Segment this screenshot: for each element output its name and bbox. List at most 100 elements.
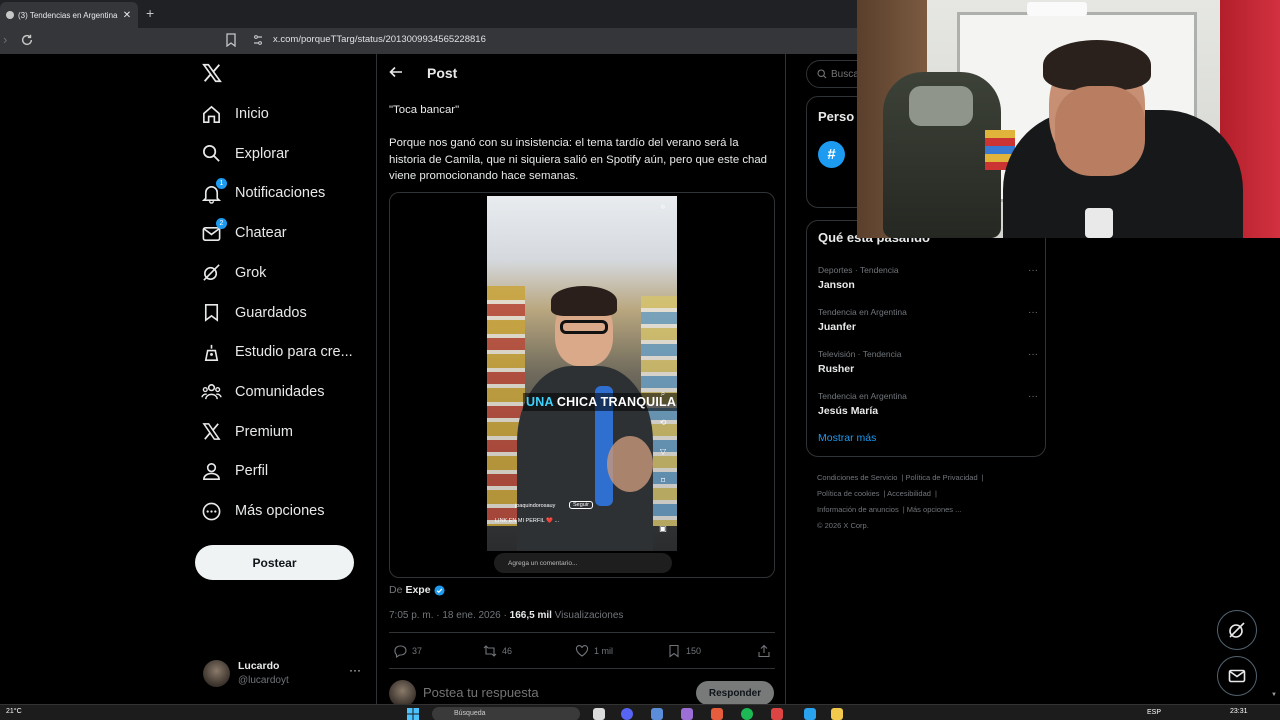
reply-button[interactable]: Responder bbox=[696, 681, 774, 705]
scroll-down-icon[interactable]: ▼ bbox=[1271, 692, 1277, 698]
reply-action[interactable]: 37 bbox=[393, 644, 422, 658]
forward-icon[interactable]: › bbox=[3, 32, 7, 47]
brave-browser-icon[interactable] bbox=[711, 708, 723, 720]
sidebar-item-explorar[interactable]: Explorar bbox=[201, 140, 289, 168]
more-dots-icon[interactable]: ··· bbox=[1028, 391, 1038, 402]
trend-item[interactable]: Televisión · Tendencia Rusher ··· bbox=[818, 349, 1038, 385]
taskbar-app-icon[interactable] bbox=[771, 708, 783, 720]
footer-link-privacy[interactable]: Política de Privacidad bbox=[906, 473, 978, 482]
trend-context: Tendencia en Argentina bbox=[818, 307, 907, 317]
language-indicator[interactable]: ESP bbox=[1147, 709, 1161, 716]
source-link[interactable]: Expe bbox=[405, 584, 430, 596]
tweet-media[interactable]: UNA CHICA TRANQUILA ◎ ⌕ ⟲ ▽ ⌑ ▣ joaquind… bbox=[389, 192, 775, 578]
new-tab-icon[interactable]: + bbox=[146, 5, 154, 21]
back-arrow-icon[interactable] bbox=[389, 65, 403, 79]
trend-item[interactable]: Deportes · Tendencia Janson ··· bbox=[818, 265, 1038, 301]
video-caption: UNA CHICA TRANQUILA bbox=[523, 393, 677, 411]
trend-item[interactable]: Tendencia en Argentina Juanfer ··· bbox=[818, 307, 1038, 343]
search-icon bbox=[817, 69, 827, 79]
source-prefix: De bbox=[389, 584, 403, 596]
weather-widget[interactable]: 21°C bbox=[6, 708, 22, 715]
taskbar-app-icon[interactable] bbox=[593, 708, 605, 720]
search-icon bbox=[201, 143, 222, 164]
video-username: joaquindorosauy bbox=[515, 503, 556, 509]
post-header: Post bbox=[377, 54, 785, 92]
address-bar[interactable]: x.com/porqueTTarg/status/201300993456522… bbox=[273, 34, 486, 45]
more-dots-icon[interactable]: ··· bbox=[1028, 265, 1038, 276]
windows-start-icon[interactable] bbox=[407, 708, 419, 720]
tweet-meta: 7:05 p. m. · 18 ene. 2026 · 166,5 mil Vi… bbox=[389, 610, 623, 621]
sidebar-item-label: Comunidades bbox=[235, 383, 325, 400]
show-more-link[interactable]: Mostrar más bbox=[818, 432, 876, 444]
studio-icon bbox=[201, 342, 222, 363]
video-player[interactable]: UNA CHICA TRANQUILA ◎ ⌕ ⟲ ▽ ⌑ ▣ joaquind… bbox=[487, 196, 677, 551]
clock[interactable]: 23:31 bbox=[1230, 708, 1248, 715]
like-action[interactable]: 1 mil bbox=[575, 644, 613, 658]
notification-badge: 1 bbox=[216, 177, 227, 189]
sidebar-item-label: Más opciones bbox=[235, 503, 325, 519]
more-dots-icon[interactable]: ··· bbox=[349, 663, 361, 677]
notification-badge: 2 bbox=[216, 217, 227, 229]
footer-links: Condiciones de Servicio | Política de Pri… bbox=[817, 473, 984, 530]
taskbar-app-icon[interactable] bbox=[681, 708, 693, 720]
account-switcher[interactable]: Lucardo @lucardoyt ··· bbox=[203, 658, 363, 690]
tweet-quote-text: "Toca bancar" bbox=[389, 104, 460, 116]
sidebar-item-premium[interactable]: Premium bbox=[201, 418, 293, 446]
reply-input[interactable] bbox=[423, 685, 599, 700]
views-label: Visualizaciones bbox=[551, 610, 624, 621]
webcam-overlay bbox=[857, 0, 1280, 238]
sidebar-item-label: Guardados bbox=[235, 304, 307, 321]
repost-icon bbox=[483, 645, 497, 657]
footer-link-terms[interactable]: Condiciones de Servicio bbox=[817, 473, 897, 482]
grok-floating-button[interactable] bbox=[1217, 610, 1257, 650]
share-action[interactable] bbox=[757, 644, 771, 658]
spotify-icon[interactable] bbox=[741, 708, 753, 720]
account-handle: @lucardoyt bbox=[238, 675, 289, 686]
tweet-timestamp[interactable]: 7:05 p. m. · 18 ene. 2026 · bbox=[389, 610, 510, 621]
site-info-icon[interactable] bbox=[252, 34, 264, 46]
avatar bbox=[203, 660, 230, 687]
trend-context: Deportes · Tendencia bbox=[818, 265, 899, 275]
webcam-person-hair bbox=[1043, 40, 1151, 90]
sidebar-item-guardados[interactable]: Guardados bbox=[201, 299, 307, 327]
sidebar-item-grok[interactable]: Grok bbox=[201, 259, 266, 287]
mail-icon: 2 bbox=[201, 217, 227, 244]
sidebar-item-notificaciones[interactable]: 1 Notificaciones bbox=[201, 177, 325, 207]
taskbar-search[interactable]: Búsqueda bbox=[432, 707, 580, 720]
video-disc-icon: ▣ bbox=[659, 524, 667, 533]
x-logo-icon[interactable] bbox=[201, 62, 223, 84]
browser-tab[interactable]: (3) Tendencias en Argentina e ✕ bbox=[0, 2, 138, 28]
sidebar-item-comunidades[interactable]: Comunidades bbox=[201, 378, 324, 406]
reload-icon[interactable] bbox=[20, 33, 34, 47]
discord-icon[interactable] bbox=[621, 708, 633, 720]
close-tab-icon[interactable]: ✕ bbox=[120, 10, 134, 21]
more-dots-icon[interactable]: ··· bbox=[1028, 307, 1038, 318]
taskbar-app-icon[interactable] bbox=[651, 708, 663, 720]
sidebar-item-chatear[interactable]: 2 Chatear bbox=[201, 217, 287, 247]
taskbar-app-icon[interactable] bbox=[804, 708, 816, 720]
footer-link-more[interactable]: Más opciones ... bbox=[907, 505, 962, 514]
messages-floating-button[interactable] bbox=[1217, 656, 1257, 696]
file-explorer-icon[interactable] bbox=[831, 708, 843, 720]
more-dots-icon[interactable]: ··· bbox=[1028, 349, 1038, 360]
repost-action[interactable]: 46 bbox=[483, 644, 512, 658]
sidebar-item-label: Inicio bbox=[235, 106, 269, 122]
footer-link-accessibility[interactable]: Accesibilidad bbox=[887, 489, 931, 498]
divider bbox=[389, 632, 775, 633]
sidebar-item-estudio-para-cre[interactable]: Estudio para cre... bbox=[201, 338, 353, 366]
account-name: Lucardo bbox=[238, 660, 280, 672]
bookmark-star-icon[interactable] bbox=[225, 33, 237, 47]
post-button[interactable]: Postear bbox=[195, 545, 354, 580]
footer-link-cookies[interactable]: Política de cookies bbox=[817, 489, 880, 498]
trend-name: Juanfer bbox=[818, 321, 856, 333]
bookmark-action[interactable]: 150 bbox=[667, 644, 701, 658]
sidebar-item-inicio[interactable]: Inicio bbox=[201, 100, 269, 128]
footer-link-ads[interactable]: Información de anuncios bbox=[817, 505, 899, 514]
trend-item[interactable]: Tendencia en Argentina Jesús María ··· bbox=[818, 391, 1038, 427]
trend-context: Televisión · Tendencia bbox=[818, 349, 902, 359]
tab-title: (3) Tendencias en Argentina e bbox=[18, 10, 120, 20]
sidebar-item-más-opciones[interactable]: Más opciones bbox=[201, 497, 324, 525]
video-bookmark-icon: ⌑ bbox=[660, 476, 666, 485]
divider bbox=[389, 668, 775, 669]
sidebar-item-perfil[interactable]: Perfil bbox=[201, 457, 268, 485]
